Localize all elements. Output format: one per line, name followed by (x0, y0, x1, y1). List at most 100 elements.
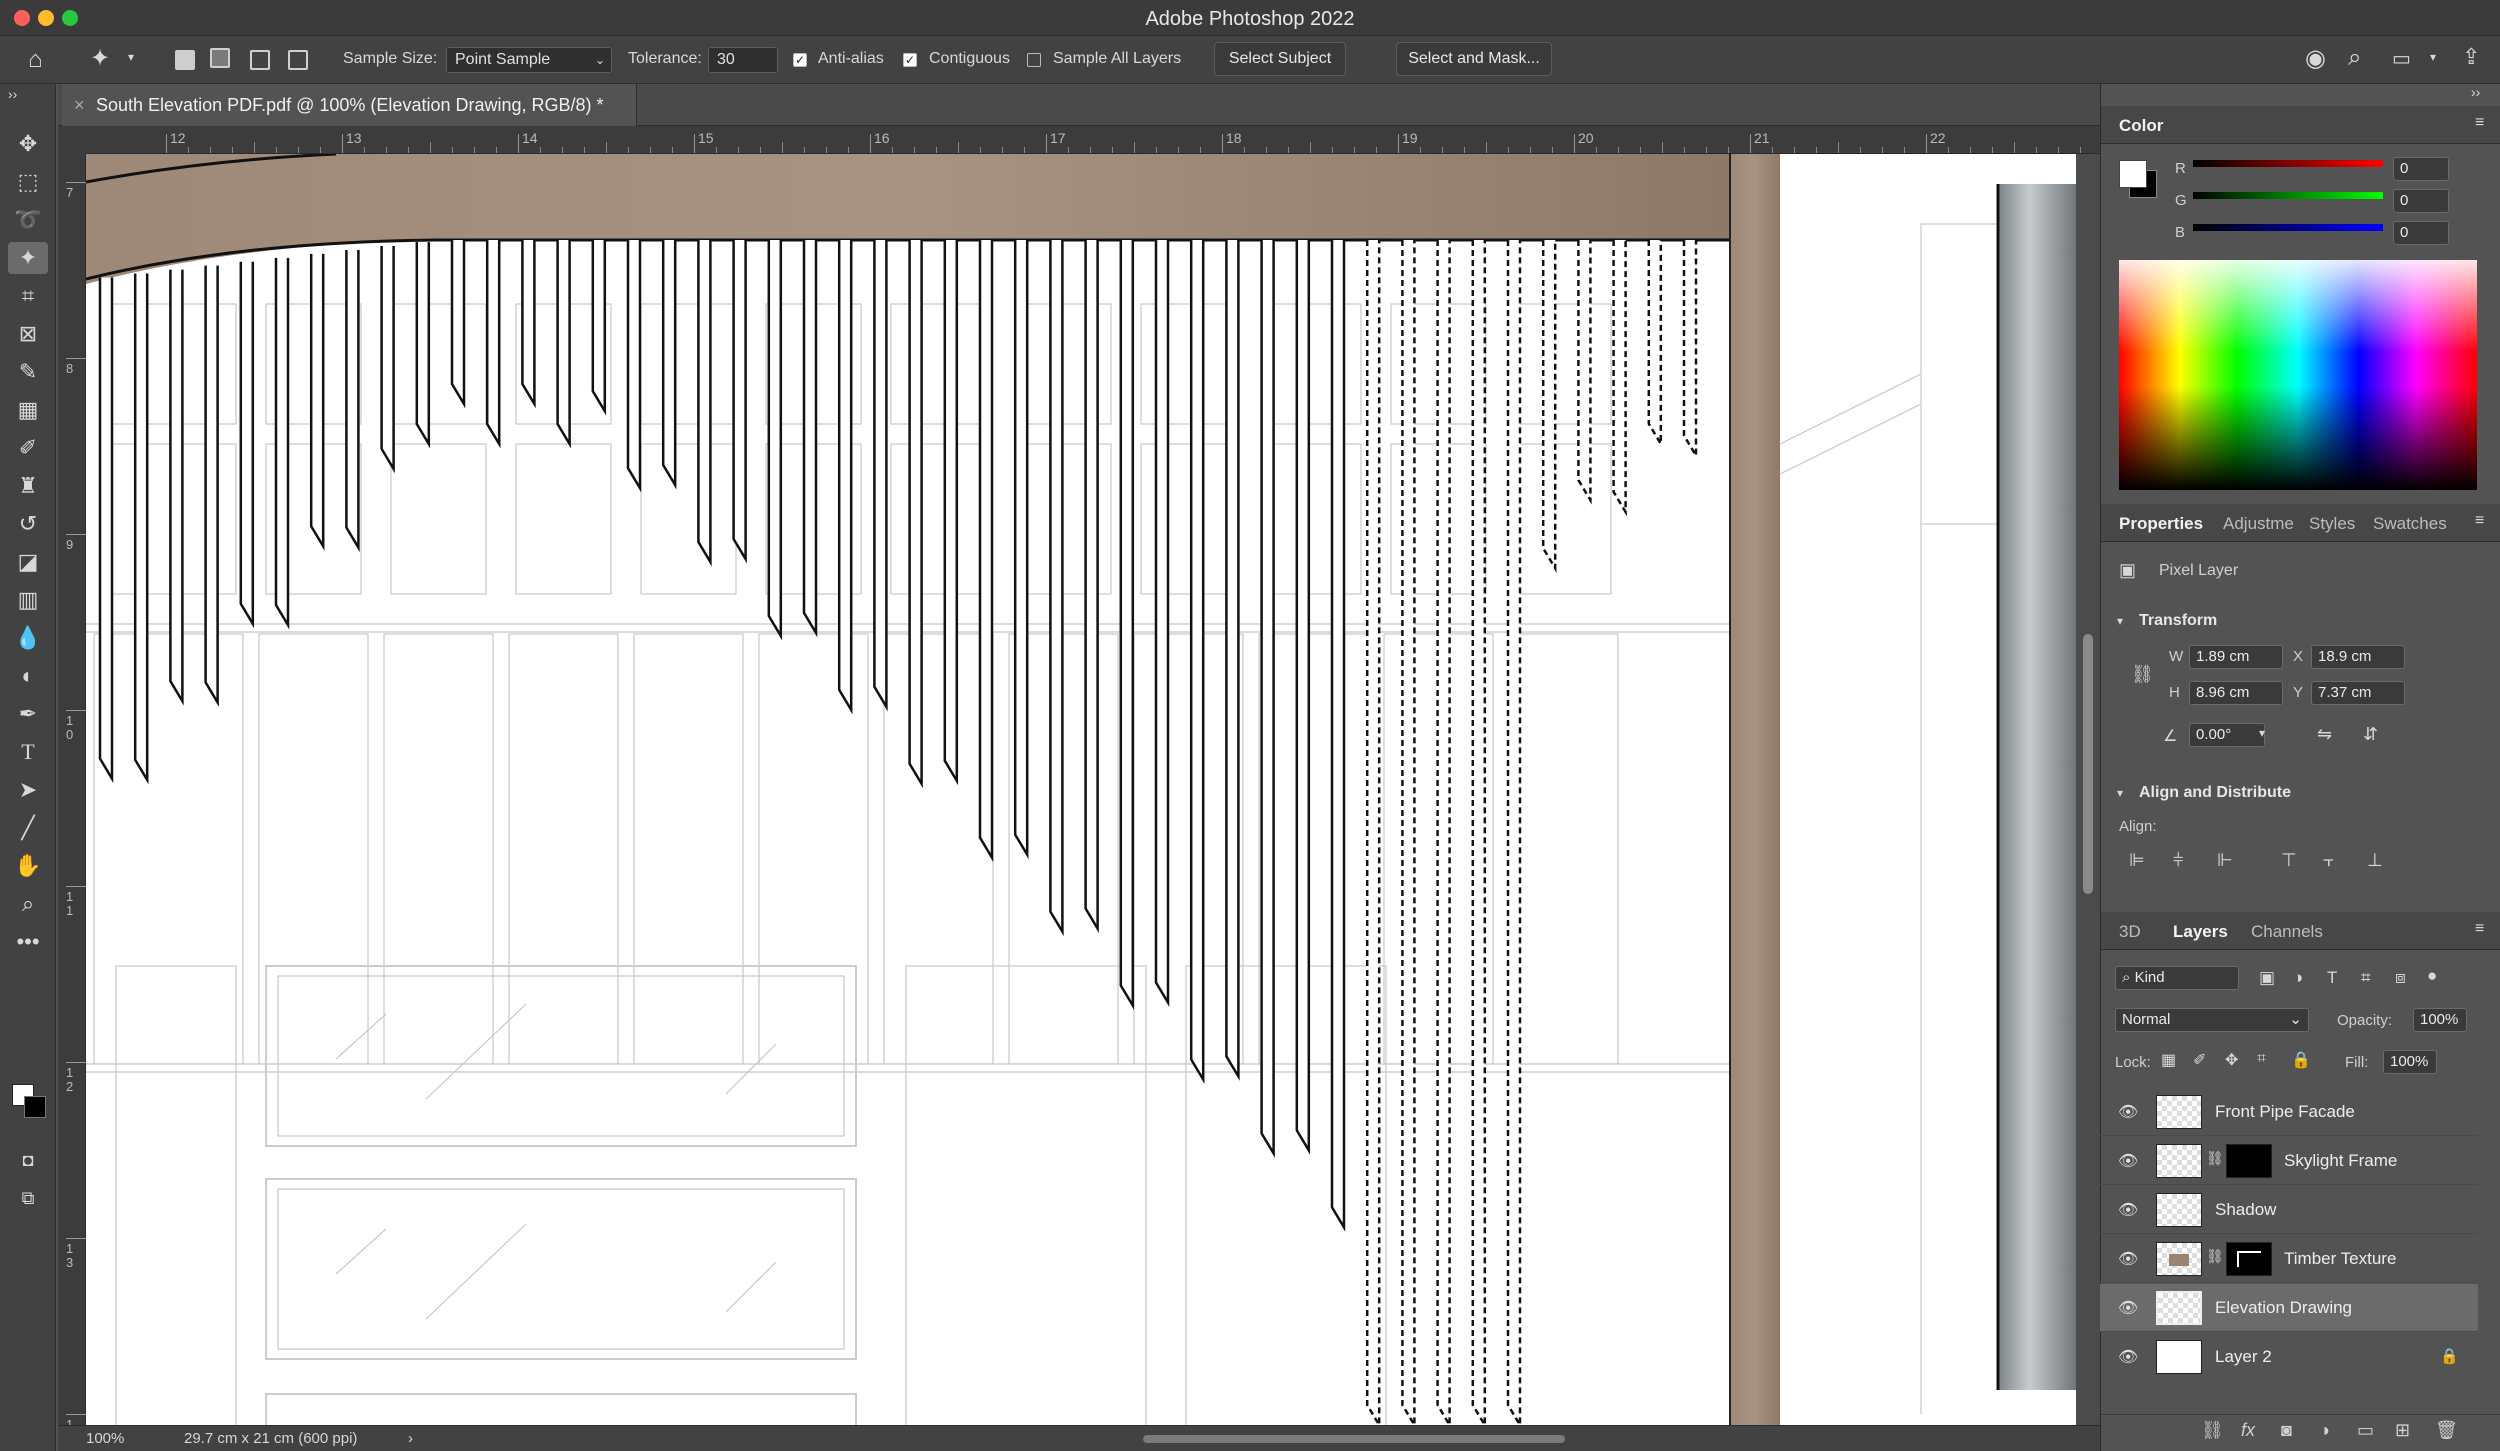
select-and-mask-button[interactable]: Select and Mask... (1396, 42, 1552, 76)
align-right-icon[interactable]: ⊩ (2217, 850, 2233, 871)
sample-size-select[interactable]: Point Sample ⌄ (446, 47, 612, 73)
dodge-icon[interactable]: ◐ (8, 660, 48, 692)
lock-position-icon[interactable]: ✥ (2225, 1050, 2238, 1070)
chevron-down-icon[interactable]: ▾ (128, 50, 134, 64)
layer-row[interactable]: 👁 Front Pipe Facade (2100, 1088, 2478, 1136)
color-panel-tab[interactable]: Color (2119, 116, 2163, 136)
new-group-icon[interactable]: ▭ (2357, 1420, 2374, 1441)
visibility-eye-icon[interactable]: 👁 (2118, 1347, 2138, 1367)
select-subject-button[interactable]: Select Subject (1214, 42, 1346, 76)
new-layer-icon[interactable]: ⊞ (2395, 1420, 2410, 1441)
visibility-eye-icon[interactable]: 👁 (2118, 1200, 2138, 1220)
filter-toggle-icon[interactable]: ● (2427, 966, 2437, 986)
quick-mask-icon[interactable]: ◘ (8, 1144, 48, 1176)
magic-wand-preset-icon[interactable]: ✦ (90, 44, 110, 73)
red-input[interactable]: 0 (2393, 157, 2449, 181)
brush-icon[interactable]: ✐ (8, 432, 48, 464)
delete-layer-icon[interactable]: 🗑 (2435, 1420, 2458, 1441)
zoom-icon[interactable]: ⌕ (8, 888, 48, 920)
scroll-thumb[interactable] (2083, 634, 2093, 894)
link-icon[interactable]: ⛓ (2131, 664, 2154, 685)
visibility-eye-icon[interactable]: 👁 (2118, 1249, 2138, 1269)
green-input[interactable]: 0 (2393, 189, 2449, 213)
layer-mask-thumbnail[interactable] (2226, 1144, 2272, 1178)
blend-mode-select[interactable]: Normal ⌄ (2115, 1008, 2309, 1032)
document-canvas[interactable] (86, 154, 2076, 1425)
adjustments-tab[interactable]: Adjustme (2223, 514, 2294, 534)
filter-smart-object-icon[interactable]: ⧈ (2395, 968, 2406, 988)
chevron-down-icon[interactable]: ▾ (2117, 786, 2123, 800)
visibility-eye-icon[interactable]: 👁 (2118, 1151, 2138, 1171)
fx-icon[interactable]: fx (2241, 1420, 2255, 1441)
blue-slider[interactable] (2193, 224, 2383, 231)
add-mask-icon[interactable]: ◙ (2281, 1420, 2292, 1441)
red-slider[interactable] (2193, 160, 2383, 167)
angle-input[interactable]: 0.00° (2189, 723, 2265, 747)
visibility-eye-icon[interactable]: 👁 (2118, 1298, 2138, 1318)
crop-icon[interactable]: ⌗ (8, 280, 48, 312)
width-input[interactable]: 1.89 cm (2189, 645, 2283, 669)
align-distribute-heading[interactable]: Align and Distribute (2139, 784, 2291, 802)
screen-mode-icon[interactable]: ⧉ (8, 1182, 48, 1214)
lock-transparent-icon[interactable]: ▦ (2161, 1050, 2176, 1070)
anti-alias-checkbox[interactable]: ✓ (793, 53, 807, 67)
align-middle-icon[interactable]: ⫟ (2323, 850, 2334, 871)
move-icon[interactable]: ✥ (8, 128, 48, 160)
align-center-icon[interactable]: ⫩ (2173, 850, 2183, 871)
blue-input[interactable]: 0 (2393, 221, 2449, 245)
filter-adjustment-icon[interactable]: ◑ (2293, 968, 2303, 988)
marquee-icon[interactable]: ⬚ (8, 166, 48, 198)
status-menu-arrow[interactable]: › (408, 1426, 413, 1451)
fill-input[interactable]: 100% (2383, 1050, 2437, 1074)
magic-wand-icon[interactable]: ✦ (8, 242, 48, 274)
chevron-down-icon[interactable]: ▾ (2117, 614, 2123, 628)
channels-tab[interactable]: Channels (2251, 922, 2323, 942)
add-to-selection-icon[interactable] (210, 48, 230, 68)
align-left-icon[interactable]: ⊫ (2129, 850, 2145, 871)
export-icon[interactable]: ⇪ (2462, 44, 2480, 70)
panel-menu-icon[interactable]: ≡ (2475, 114, 2484, 132)
lock-all-icon[interactable]: 🔒 (2291, 1050, 2311, 1070)
layer-row[interactable]: 👁 ⛓ Skylight Frame (2100, 1137, 2478, 1185)
styles-tab[interactable]: Styles (2309, 514, 2355, 534)
transform-heading[interactable]: Transform (2139, 612, 2217, 630)
layer-row[interactable]: 👁 Elevation Drawing (2100, 1284, 2478, 1332)
history-brush-icon[interactable]: ↺ (8, 508, 48, 540)
zoom-level[interactable]: 100% (86, 1426, 124, 1451)
3d-tab[interactable]: 3D (2119, 922, 2141, 942)
home-icon[interactable]: ⌂ (28, 46, 43, 74)
share-learn-icon[interactable]: ◉ (2305, 44, 2326, 73)
background-color-swatch[interactable] (24, 1096, 46, 1118)
filter-type-icon[interactable]: T (2327, 968, 2337, 988)
align-bottom-icon[interactable]: ⊥ (2367, 850, 2383, 871)
green-slider[interactable] (2193, 192, 2383, 199)
collapse-toolbar-icon[interactable]: ›› (8, 86, 17, 102)
layer-mask-thumbnail[interactable] (2226, 1242, 2272, 1276)
gradient-icon[interactable]: ▥ (8, 584, 48, 616)
x-input[interactable]: 18.9 cm (2311, 645, 2405, 669)
contiguous-checkbox[interactable]: ✓ (903, 53, 917, 67)
swatches-tab[interactable]: Swatches (2373, 514, 2447, 534)
mask-link-icon[interactable]: ⛓ (2206, 1150, 2224, 1167)
panel-menu-icon[interactable]: ≡ (2475, 512, 2484, 530)
chevron-down-icon[interactable]: ▾ (2430, 50, 2436, 64)
y-input[interactable]: 7.37 cm (2311, 681, 2405, 705)
flip-horizontal-icon[interactable]: ⇋ (2317, 724, 2332, 745)
filter-shape-icon[interactable]: ⌗ (2361, 968, 2371, 988)
kind-filter-select[interactable]: ⌕ Kind (2115, 966, 2239, 990)
blur-icon[interactable]: 💧 (8, 622, 48, 654)
filter-pixel-icon[interactable]: ▣ (2259, 968, 2275, 988)
visibility-eye-icon[interactable]: 👁 (2118, 1102, 2138, 1122)
link-layers-icon[interactable]: ⛓ (2201, 1420, 2224, 1441)
intersect-selection-icon[interactable] (288, 50, 308, 70)
lock-pixels-icon[interactable]: ✐ (2193, 1050, 2206, 1070)
workspace-icon[interactable]: ▭ (2392, 46, 2411, 71)
lock-artboard-icon[interactable]: ⌗ (2257, 1050, 2266, 1068)
lasso-icon[interactable]: ➰ (8, 204, 48, 236)
flip-vertical-icon[interactable]: ⇵ (2363, 724, 2378, 745)
sample-all-layers-checkbox[interactable] (1027, 53, 1041, 67)
collapse-panels-icon[interactable]: ›› (2471, 84, 2480, 100)
line-icon[interactable]: ╱ (8, 812, 48, 844)
hand-icon[interactable]: ✋ (8, 850, 48, 882)
subtract-from-selection-icon[interactable] (250, 50, 270, 70)
